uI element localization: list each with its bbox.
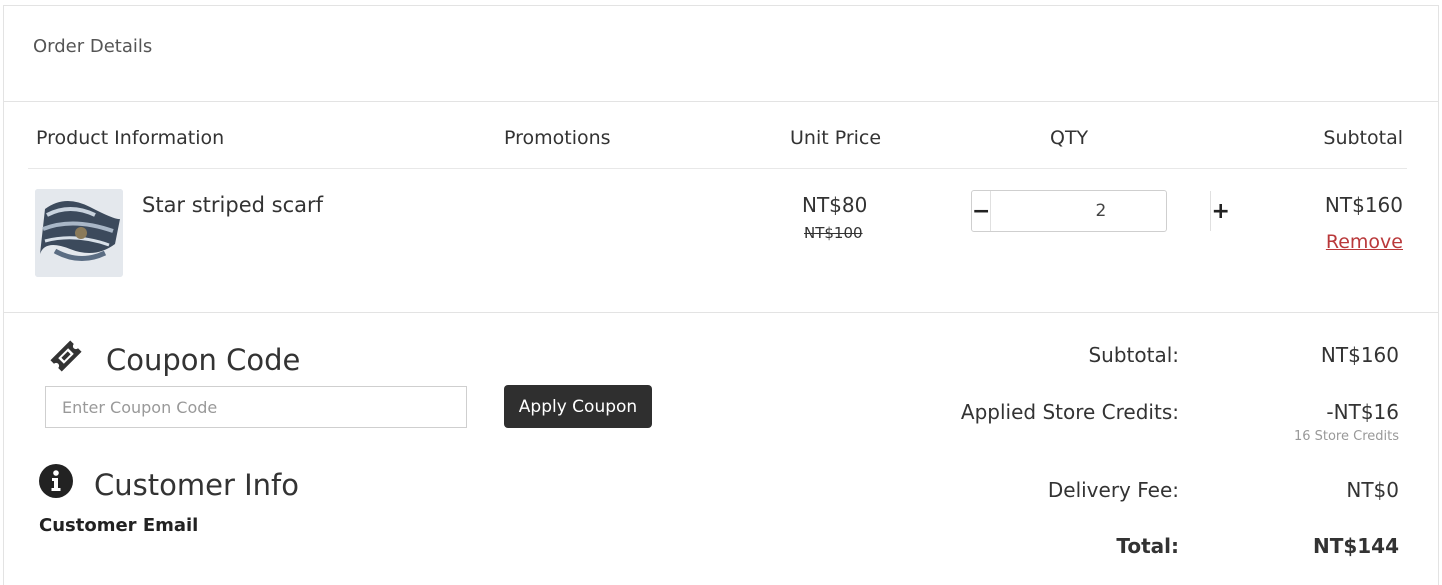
quantity-input[interactable] [991, 191, 1211, 231]
header-unit-price: Unit Price [790, 127, 882, 149]
increase-qty-button[interactable]: + [1210, 191, 1230, 231]
summary-delivery-label: Delivery Fee: [1047, 478, 1179, 502]
summary-delivery-value: NT$0 [1346, 478, 1399, 502]
panel-header: Order Details [4, 6, 1438, 102]
product-thumbnail[interactable] [35, 189, 123, 277]
summary-total-value: NT$144 [1312, 534, 1399, 558]
coupon-section-title: Coupon Code [46, 336, 300, 383]
remove-link[interactable]: Remove [1326, 231, 1403, 253]
coupon-title-text: Coupon Code [106, 342, 301, 377]
header-product: Product Information [36, 127, 225, 149]
table-header: Product Information Promotions Unit Pric… [28, 97, 1407, 169]
original-price: NT$100 [804, 224, 863, 242]
summary-subtotal-label: Subtotal: [1088, 343, 1179, 367]
header-subtotal: Subtotal [1323, 127, 1403, 149]
unit-price: NT$80 [802, 193, 868, 217]
summary-credits-label: Applied Store Credits: [960, 400, 1179, 424]
summary-total-label: Total: [1116, 534, 1179, 558]
summary-subtotal-value: NT$160 [1320, 343, 1399, 367]
order-table: Product Information Promotions Unit Pric… [28, 97, 1407, 309]
info-icon [38, 463, 74, 506]
header-qty: QTY [1050, 127, 1089, 149]
table-row: Star striped scarf NT$80 NT$100 − + NT$1… [28, 169, 1407, 309]
row-subtotal: NT$160 [1324, 193, 1403, 217]
panel-title: Order Details [33, 36, 153, 57]
customer-email-label: Customer Email [39, 515, 199, 536]
customer-title-text: Customer Info [94, 467, 299, 502]
coupon-code-input[interactable] [45, 386, 467, 428]
section-divider [4, 312, 1439, 313]
customer-info-title: Customer Info [38, 463, 299, 506]
summary-credits-value: -NT$16 [1326, 400, 1399, 424]
summary-credits-note: 16 Store Credits [1293, 429, 1399, 444]
apply-coupon-button[interactable]: Apply Coupon [504, 385, 652, 428]
product-name[interactable]: Star striped scarf [142, 193, 323, 217]
quantity-stepper: − + [971, 190, 1230, 232]
decrease-qty-button[interactable]: − [972, 191, 992, 231]
ticket-icon [46, 336, 86, 383]
header-promotions: Promotions [504, 127, 611, 149]
